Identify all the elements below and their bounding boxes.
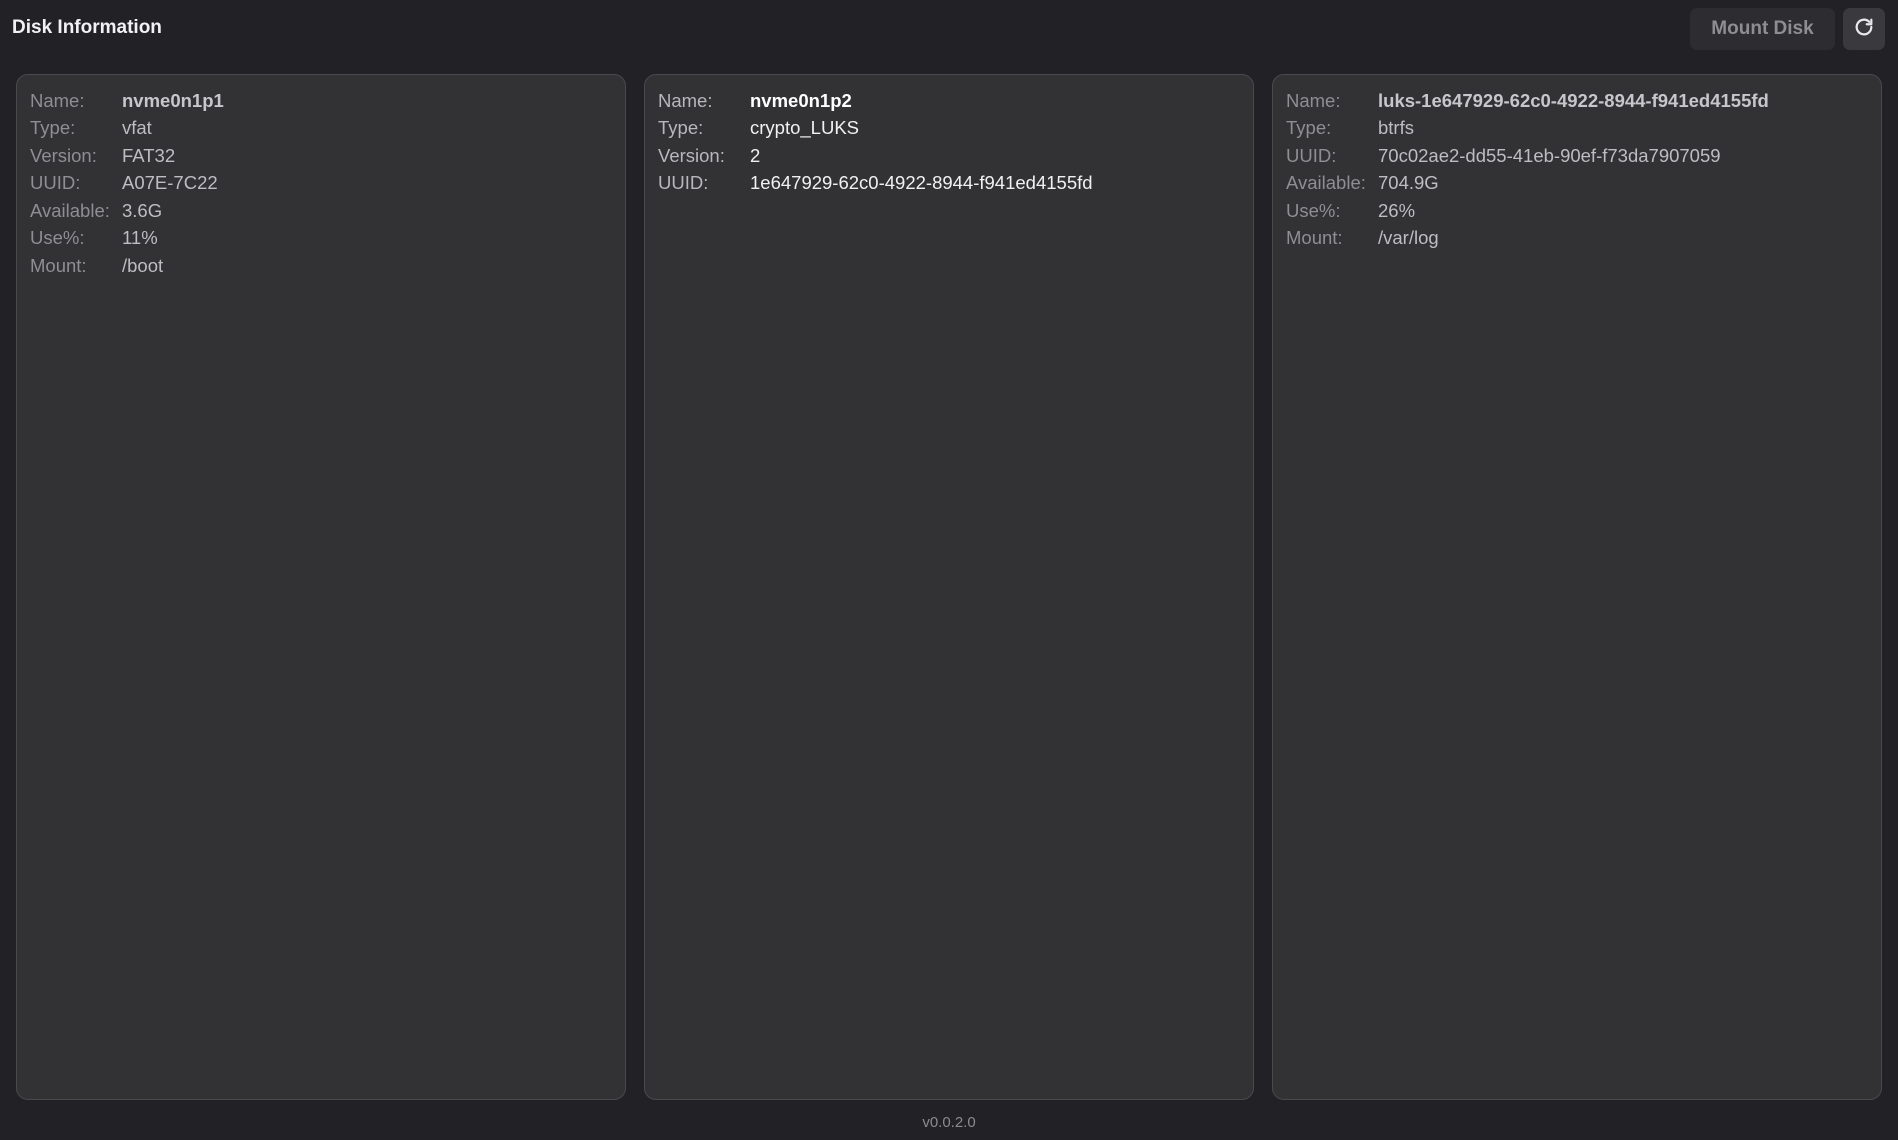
- disk-use-percent: 26%: [1378, 199, 1416, 221]
- mount-disk-button[interactable]: Mount Disk: [1690, 8, 1835, 50]
- disk-available: 3.6G: [122, 199, 163, 221]
- disk-uuid: 70c02ae2-dd55-41eb-90ef-f73da7907059: [1378, 144, 1721, 166]
- field-label: Name:: [658, 89, 713, 111]
- disk-available-row: Available: 3.6G: [30, 197, 612, 225]
- disk-uuid-row: UUID: 1e647929-62c0-4922-8944-f941ed4155…: [658, 170, 1240, 198]
- disk-type-row: Type: crypto_LUKS: [658, 115, 1240, 143]
- field-label: Name:: [1286, 89, 1341, 111]
- disk-card[interactable]: Name: luks-1e647929-62c0-4922-8944-f941e…: [1272, 74, 1882, 1100]
- disk-name: nvme0n1p1: [122, 89, 224, 111]
- field-label: UUID:: [658, 172, 709, 194]
- disk-uuid: A07E-7C22: [122, 172, 218, 194]
- disk-type: btrfs: [1378, 117, 1414, 139]
- disk-name-row: Name: luks-1e647929-62c0-4922-8944-f941e…: [1286, 87, 1868, 115]
- disk-mount-row: Mount: /boot: [30, 252, 612, 280]
- disk-version-row: Version: FAT32: [30, 142, 612, 170]
- field-label: Mount:: [1286, 227, 1343, 249]
- disk-type-row: Type: btrfs: [1286, 115, 1868, 143]
- disk-name: nvme0n1p2: [750, 89, 852, 111]
- field-label: Name:: [30, 89, 85, 111]
- disk-card[interactable]: Name: nvme0n1p1 Type: vfat Version: FAT3…: [16, 74, 626, 1100]
- disk-use-row: Use%: 26%: [1286, 197, 1868, 225]
- disk-uuid-row: UUID: 70c02ae2-dd55-41eb-90ef-f73da79070…: [1286, 142, 1868, 170]
- disk-version-row: Version: 2: [658, 142, 1240, 170]
- disk-uuid-row: UUID: A07E-7C22: [30, 170, 612, 198]
- disk-uuid: 1e647929-62c0-4922-8944-f941ed4155fd: [750, 172, 1093, 194]
- app-version: v0.0.2.0: [922, 1114, 976, 1131]
- field-label: UUID:: [1286, 144, 1337, 166]
- field-label: UUID:: [30, 172, 81, 194]
- field-label: Version:: [658, 144, 725, 166]
- field-label: Type:: [1286, 117, 1332, 139]
- page-title: Disk Information: [12, 17, 162, 38]
- field-label: Use%:: [1286, 199, 1341, 221]
- disk-available: 704.9G: [1378, 172, 1439, 194]
- header: Disk Information Mount Disk: [0, 0, 1898, 58]
- field-label: Use%:: [30, 227, 85, 249]
- disk-name: luks-1e647929-62c0-4922-8944-f941ed4155f…: [1378, 89, 1769, 111]
- disk-available-row: Available: 704.9G: [1286, 170, 1868, 198]
- disk-cards: Name: nvme0n1p1 Type: vfat Version: FAT3…: [16, 74, 1882, 1100]
- disk-card[interactable]: Name: nvme0n1p2 Type: crypto_LUKS Versio…: [644, 74, 1254, 1100]
- field-label: Mount:: [30, 254, 87, 276]
- disk-use-row: Use%: 11%: [30, 225, 612, 253]
- field-label: Available:: [30, 199, 110, 221]
- disk-type-row: Type: vfat: [30, 115, 612, 143]
- refresh-button[interactable]: [1843, 8, 1885, 50]
- disk-version: FAT32: [122, 144, 176, 166]
- disk-mount-row: Mount: /var/log: [1286, 225, 1868, 253]
- disk-version: 2: [750, 144, 761, 166]
- disk-mount: /var/log: [1378, 227, 1439, 249]
- field-label: Type:: [30, 117, 76, 139]
- disk-type: vfat: [122, 117, 152, 139]
- disk-name-row: Name: nvme0n1p1: [30, 87, 612, 115]
- field-label: Version:: [30, 144, 97, 166]
- field-label: Available:: [1286, 172, 1366, 194]
- refresh-icon: [1853, 16, 1875, 43]
- disk-use-percent: 11%: [122, 227, 158, 249]
- disk-type: crypto_LUKS: [750, 117, 859, 139]
- disk-mount: /boot: [122, 254, 164, 276]
- disk-name-row: Name: nvme0n1p2: [658, 87, 1240, 115]
- field-label: Type:: [658, 117, 704, 139]
